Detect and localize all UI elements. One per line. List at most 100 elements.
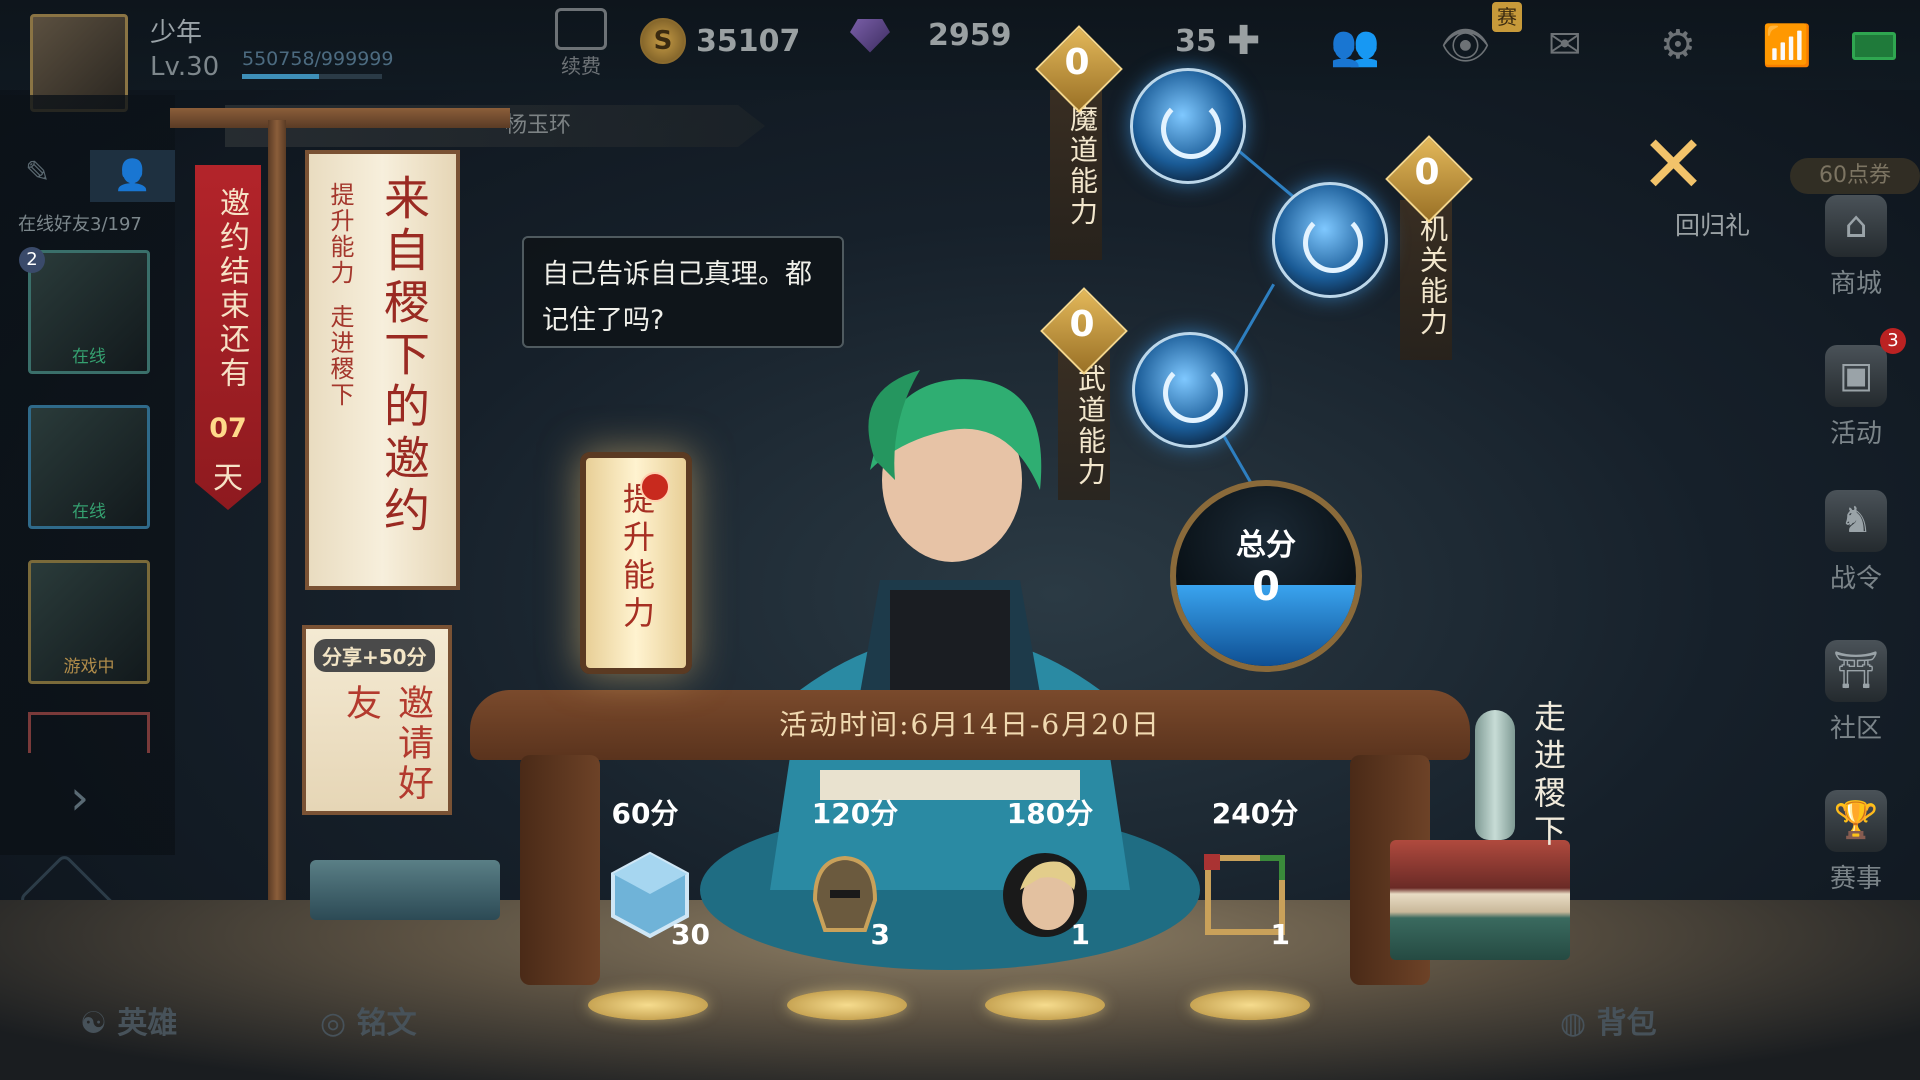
magic-ability-label: 魔道能力: [1050, 90, 1102, 260]
martial-orb-icon[interactable]: [1132, 332, 1248, 448]
rank-badge: 2: [19, 247, 45, 273]
desk-leg: [520, 755, 600, 985]
coin-value: 35107: [696, 23, 801, 59]
menu-label: 赛事: [1829, 864, 1882, 894]
reward-count: 30: [671, 918, 710, 951]
voucher-balance: 35 ✚: [1175, 18, 1260, 64]
reward-points: 60分: [611, 797, 679, 830]
coupon-badge: 60点券: [1790, 158, 1920, 194]
reward-count: 3: [870, 918, 890, 951]
scroll-subtitle: 走进稷下: [326, 304, 354, 408]
return-gift-label[interactable]: 回归礼: [1675, 206, 1750, 242]
reward-pedestal: [1190, 990, 1310, 1020]
total-score-label: 总分: [1236, 528, 1296, 563]
notification-dot: [640, 472, 670, 502]
activity-button[interactable]: ▣ 活动: [1810, 345, 1902, 450]
friend-card[interactable]: 游戏中: [28, 560, 150, 684]
countdown-unit: 天: [213, 461, 243, 496]
countdown-text: 邀约结束还有: [214, 187, 249, 391]
battle-pass-icon: ♞: [1825, 490, 1887, 552]
nav-label: 背包: [1596, 1006, 1657, 1041]
mail-icon[interactable]: ✉: [1548, 22, 1582, 68]
share-bonus-badge: 分享+50分: [314, 639, 435, 672]
total-score-orb: 总分 0: [1170, 480, 1362, 672]
diamond-value: 2959: [928, 18, 1012, 53]
nav-hero[interactable]: ☯ 英雄: [80, 998, 177, 1042]
ability-label: 机关能力: [1416, 214, 1449, 338]
friends-icon[interactable]: 👥: [1330, 22, 1380, 69]
ability-value: 0: [1064, 42, 1090, 83]
diamond-balance: 2959: [850, 18, 1012, 53]
activity-icon: ▣: [1825, 345, 1887, 407]
mechanism-ability-label: 机关能力: [1400, 200, 1452, 360]
coin-icon: S: [640, 18, 686, 64]
enter-jixia-button[interactable]: 走进稷下: [1525, 700, 1567, 852]
diamond-icon: [850, 18, 890, 53]
banner-beam: [170, 108, 510, 128]
friend-status: 在线: [72, 502, 106, 522]
hero-character: [700, 370, 1200, 970]
nav-label: 铭文: [356, 1006, 417, 1041]
ability-label: 武道能力: [1074, 364, 1107, 488]
match-badge: 赛: [1492, 2, 1522, 32]
total-score-value: 0: [1252, 564, 1280, 610]
banner-pole: [268, 120, 286, 910]
player-exp: 550758/999999: [242, 48, 394, 70]
mechanism-orb-icon[interactable]: [1272, 182, 1388, 298]
community-icon: ⛩: [1825, 640, 1887, 702]
tournament-button[interactable]: 🏆 赛事: [1810, 790, 1902, 895]
ability-value: 0: [1414, 152, 1440, 193]
lantern-label: 提升能力: [618, 482, 656, 634]
close-icon[interactable]: ✕: [1640, 125, 1707, 205]
ability-label: 魔道能力: [1066, 104, 1099, 228]
expand-chevron-icon[interactable]: ›: [70, 770, 89, 826]
nav-label: 英雄: [117, 1006, 178, 1041]
menu-label: 商城: [1829, 269, 1882, 299]
books-stack: [310, 860, 500, 920]
nav-inscription[interactable]: ◎ 铭文: [320, 998, 417, 1042]
ability-value: 0: [1069, 304, 1095, 345]
friend-card[interactable]: 2 在线: [19, 247, 150, 374]
chat-tab-icon[interactable]: ✎: [25, 155, 50, 190]
friends-tab-icon[interactable]: 👤: [90, 150, 175, 202]
reward-pedestal: [787, 990, 907, 1020]
renew-button[interactable]: 续费: [555, 8, 607, 79]
countdown-banner: 邀约结束还有 07 天: [195, 165, 261, 510]
exp-bar-fill: [242, 74, 319, 79]
settings-gear-icon[interactable]: ⚙: [1660, 22, 1696, 68]
voucher-value: 35: [1175, 23, 1217, 59]
coin-balance: S 35107: [640, 18, 800, 64]
reward-count: 1: [1270, 918, 1290, 951]
shop-button[interactable]: ⌂ 商城: [1810, 195, 1902, 300]
friend-card[interactable]: [28, 712, 150, 753]
renew-label: 续费: [561, 54, 601, 78]
renew-icon: [555, 8, 607, 50]
spectate-icon[interactable]: 👁: [1440, 22, 1491, 69]
battle-pass-button[interactable]: ♞ 战令: [1810, 490, 1902, 595]
mechanism-ability-score: 0: [1385, 135, 1473, 223]
menu-label: 社区: [1829, 714, 1882, 744]
bag-nav-icon: ◍: [1560, 1006, 1597, 1041]
friend-card[interactable]: 在线: [28, 405, 150, 529]
activity-badge: 3: [1880, 328, 1906, 354]
magic-orb-icon[interactable]: [1130, 68, 1246, 184]
exp-bar: [242, 74, 382, 79]
invite-friends-button[interactable]: 分享+50分 邀请好友: [302, 625, 452, 815]
add-voucher-button[interactable]: ✚: [1227, 18, 1261, 64]
dialog-bubble: 自己告诉自己真理。都记住了吗?: [522, 236, 844, 348]
reward-points: 240分: [1211, 797, 1299, 830]
menu-label: 战令: [1829, 564, 1882, 594]
scroll-title: 来自稷下的邀约: [377, 174, 431, 538]
scroll-subtitle: 提升能力: [326, 182, 354, 286]
community-button[interactable]: ⛩ 社区: [1810, 640, 1902, 745]
reward-points: 120分: [811, 797, 899, 830]
improve-ability-lantern[interactable]: 提升能力: [580, 452, 692, 674]
hero-nav-icon: ☯: [80, 1006, 118, 1041]
battery-icon: [1852, 32, 1896, 60]
reward-pedestal: [588, 990, 708, 1020]
invite-label: 邀请好友: [340, 684, 433, 804]
nav-bag[interactable]: ◍ 背包: [1560, 998, 1657, 1042]
player-level: Lv.30: [150, 52, 220, 82]
reward-pedestal: [985, 990, 1105, 1020]
vase: [1475, 710, 1515, 840]
